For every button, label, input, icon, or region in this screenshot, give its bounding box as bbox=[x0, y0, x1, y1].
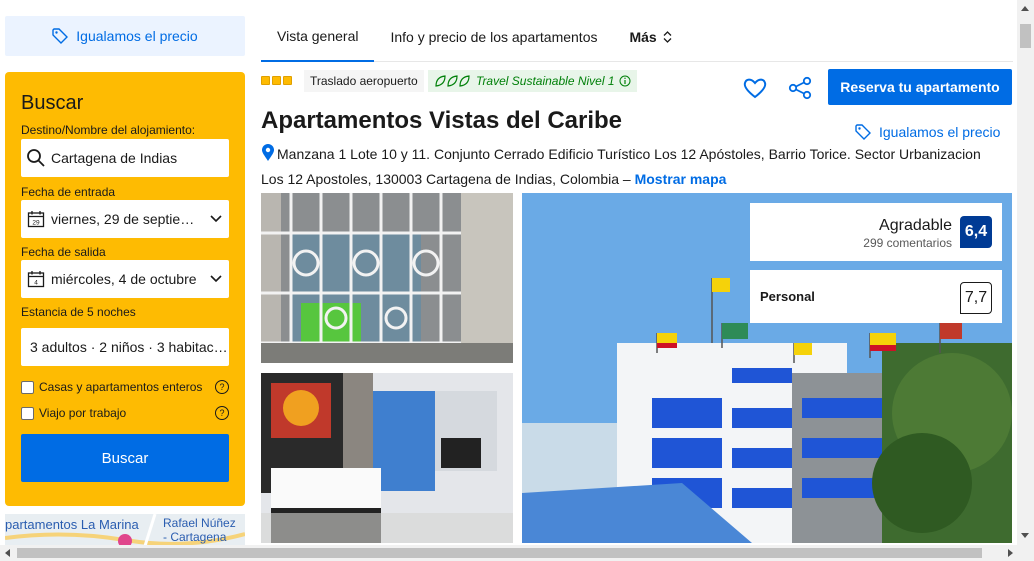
sustainable-label: Travel Sustainable Nivel 1 bbox=[476, 74, 615, 88]
page: Igualamos el precio Buscar Destino/Nombr… bbox=[0, 0, 1034, 561]
rating-stars bbox=[261, 76, 292, 85]
destination-value: Cartagena de Indias bbox=[51, 150, 178, 166]
staff-label: Personal bbox=[760, 289, 815, 304]
vertical-scroll-thumb[interactable] bbox=[1020, 24, 1031, 48]
location-pin-icon bbox=[261, 144, 275, 168]
help-icon[interactable]: ? bbox=[215, 406, 229, 420]
review-score-badge: 6,4 bbox=[960, 216, 992, 248]
stay-length: Estancia de 5 noches bbox=[21, 305, 136, 319]
work-travel-label: Viajo por trabajo bbox=[39, 406, 127, 420]
sustainable-badge[interactable]: Travel Sustainable Nivel 1 bbox=[428, 70, 637, 92]
tab-bar: Vista general Info y precio de los apart… bbox=[261, 12, 1013, 62]
price-tag-icon bbox=[52, 28, 69, 44]
scroll-right-icon[interactable] bbox=[1008, 549, 1013, 557]
price-match-link[interactable]: Igualamos el precio bbox=[855, 124, 1000, 140]
tab-overview[interactable]: Vista general bbox=[261, 12, 375, 62]
review-score-card[interactable]: Agradable 299 comentarios 6,4 bbox=[750, 203, 1002, 261]
calendar-icon: 29 bbox=[21, 210, 51, 228]
review-word: Agradable bbox=[879, 217, 952, 234]
map-thumbnail[interactable]: partamentos La Marina Rafael Núñez - Car… bbox=[5, 514, 245, 546]
checkout-field[interactable]: 4 miércoles, 4 de octubre bbox=[21, 260, 229, 298]
entire-homes-option[interactable]: Casas y apartamentos enteros ? bbox=[21, 380, 229, 394]
work-travel-option[interactable]: Viajo por trabajo ? bbox=[21, 406, 229, 420]
entire-homes-label: Casas y apartamentos enteros bbox=[39, 380, 203, 394]
work-travel-checkbox[interactable] bbox=[21, 406, 34, 420]
destination-label: Destino/Nombre del alojamiento: bbox=[21, 123, 196, 137]
staff-score-badge: 7,7 bbox=[960, 282, 992, 314]
guests-selector[interactable]: 3 adultos · 2 niños · 3 habitaciones bbox=[21, 328, 229, 366]
checkin-value: viernes, 29 de septiembre bbox=[51, 211, 203, 227]
photo-illustration bbox=[261, 193, 513, 363]
horizontal-scrollbar[interactable] bbox=[0, 545, 1034, 561]
reserve-button[interactable]: Reserva tu apartamento bbox=[828, 69, 1012, 105]
photo-illustration bbox=[261, 373, 513, 543]
star-icon bbox=[283, 76, 292, 85]
photo-bedroom[interactable] bbox=[261, 373, 513, 543]
share-icon[interactable] bbox=[788, 76, 812, 105]
vertical-scrollbar[interactable] bbox=[1017, 0, 1034, 545]
star-icon bbox=[261, 76, 270, 85]
tab-info-prices[interactable]: Info y precio de los apartamentos bbox=[374, 12, 613, 62]
checkin-day: 29 bbox=[32, 219, 40, 226]
map-label-airport: Rafael Núñez - Cartagena bbox=[163, 516, 236, 544]
horizontal-scroll-thumb[interactable] bbox=[17, 548, 982, 558]
checkout-day: 4 bbox=[34, 279, 38, 286]
calendar-icon: 4 bbox=[21, 270, 51, 288]
guests-value: 3 adultos · 2 niños · 3 habitaciones bbox=[30, 339, 229, 355]
search-icon bbox=[21, 148, 51, 168]
scroll-left-icon[interactable] bbox=[5, 549, 10, 557]
checkout-value: miércoles, 4 de octubre bbox=[51, 271, 197, 287]
staff-score-card[interactable]: Personal 7,7 bbox=[750, 270, 1002, 323]
chevron-down-icon bbox=[203, 215, 229, 223]
property-address: Manzana 1 Lote 10 y 11. Conjunto Cerrado… bbox=[261, 143, 1001, 190]
checkout-label: Fecha de salida bbox=[21, 245, 106, 259]
search-button[interactable]: Buscar bbox=[21, 434, 229, 482]
checkin-label: Fecha de entrada bbox=[21, 185, 116, 199]
address-text: Manzana 1 Lote 10 y 11. Conjunto Cerrado… bbox=[261, 146, 981, 187]
entire-homes-checkbox[interactable] bbox=[21, 380, 34, 394]
property-name: Apartamentos Vistas del Caribe bbox=[261, 107, 623, 134]
help-icon[interactable]: ? bbox=[215, 380, 229, 394]
search-title: Buscar bbox=[21, 92, 84, 114]
heart-icon[interactable] bbox=[742, 76, 768, 105]
price-match-banner[interactable]: Igualamos el precio bbox=[5, 16, 245, 56]
photo-window-grille[interactable] bbox=[261, 193, 513, 363]
review-count: 299 comentarios bbox=[863, 236, 952, 250]
search-panel: Buscar Destino/Nombre del alojamiento: C… bbox=[5, 72, 245, 506]
price-match-label: Igualamos el precio bbox=[879, 124, 1001, 140]
chevron-down-icon bbox=[203, 275, 229, 283]
price-match-label: Igualamos el precio bbox=[76, 28, 198, 44]
checkin-field[interactable]: 29 viernes, 29 de septiembre bbox=[21, 200, 229, 238]
leaf-icon bbox=[435, 75, 470, 87]
scroll-up-icon[interactable] bbox=[1021, 6, 1029, 11]
map-label-apartments: partamentos La Marina bbox=[5, 517, 139, 532]
tab-more[interactable]: Más bbox=[613, 12, 687, 62]
chevron-updown-icon bbox=[663, 31, 672, 43]
price-tag-icon bbox=[855, 124, 871, 140]
show-map-link[interactable]: Mostrar mapa bbox=[635, 171, 727, 187]
airport-transfer-badge: Traslado aeropuerto bbox=[304, 70, 424, 92]
info-icon bbox=[619, 75, 631, 87]
scroll-down-icon[interactable] bbox=[1021, 533, 1029, 538]
destination-input[interactable]: Cartagena de Indias bbox=[21, 139, 229, 177]
tab-more-label: Más bbox=[629, 29, 657, 45]
star-icon bbox=[272, 76, 281, 85]
